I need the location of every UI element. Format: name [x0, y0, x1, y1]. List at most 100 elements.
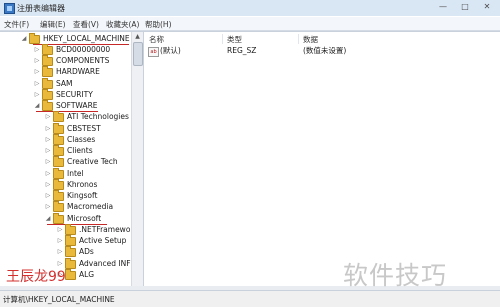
tree-item-software[interactable]: ◢ SOFTWARE — [0, 100, 131, 111]
folder-icon — [29, 33, 40, 44]
expand-arrow-icon[interactable]: ▷ — [57, 224, 63, 235]
window-title: 注册表编辑器 — [17, 4, 65, 13]
tree-item[interactable]: ▷ ADs — [0, 246, 131, 257]
tree-item[interactable]: ▷ HARDWARE — [0, 66, 131, 77]
tree-item-label: SAM — [56, 79, 73, 88]
tree-item[interactable]: ▷ ATI Technologies — [0, 111, 131, 122]
expand-arrow-icon[interactable]: ▷ — [45, 201, 51, 212]
tree-scrollbar[interactable]: ▲ — [131, 32, 143, 286]
minimize-button[interactable]: — — [434, 2, 452, 12]
column-separator[interactable] — [298, 34, 299, 44]
folder-icon — [53, 190, 64, 201]
expand-arrow-icon[interactable]: ▷ — [57, 246, 63, 257]
tree-item-label: Creative Tech — [67, 157, 118, 166]
value-name[interactable]: (默认) — [160, 45, 181, 56]
tree-item-microsoft[interactable]: ◢ Microsoft — [0, 213, 131, 224]
menu-view[interactable]: 查看(V) — [73, 19, 99, 30]
tree-item-label: Classes — [67, 135, 96, 144]
collapse-arrow-icon[interactable]: ◢ — [45, 213, 51, 224]
tree-item-label: Kingsoft — [67, 191, 98, 200]
menu-favorites[interactable]: 收藏夹(A) — [106, 19, 139, 30]
expand-arrow-icon[interactable]: ▷ — [34, 44, 40, 55]
folder-icon — [42, 44, 53, 55]
expand-arrow-icon[interactable]: ▷ — [34, 55, 40, 66]
folder-icon — [42, 89, 53, 100]
tree-item-label: SECURITY — [56, 90, 93, 99]
collapse-arrow-icon[interactable]: ◢ — [34, 100, 40, 111]
tree-item[interactable]: ▷ Macromedia — [0, 201, 131, 212]
column-header-type[interactable]: 类型 — [227, 34, 242, 45]
tree-item[interactable]: ▷ Khronos — [0, 179, 131, 190]
expand-arrow-icon[interactable]: ▷ — [34, 78, 40, 89]
tree-item-label: Advanced INF — [79, 259, 131, 268]
tree-item[interactable]: ▷ Intel — [0, 168, 131, 179]
scroll-thumb[interactable] — [133, 42, 143, 66]
tree-item-label: ADs — [79, 247, 94, 256]
folder-icon — [65, 224, 76, 235]
tree-item[interactable]: ▷ BCD00000000 — [0, 44, 131, 55]
expand-arrow-icon[interactable]: ▷ — [57, 235, 63, 246]
folder-icon — [53, 201, 64, 212]
expand-arrow-icon[interactable]: ▷ — [34, 89, 40, 100]
tree-item[interactable]: ▷ SAM — [0, 78, 131, 89]
tree-item-label: .NETFramewor — [79, 225, 134, 234]
column-header-name[interactable]: 名称 — [149, 34, 164, 45]
status-path: 计算机\HKEY_LOCAL_MACHINE — [3, 295, 115, 304]
tree-item-label: ATI Technologies — [67, 112, 129, 121]
tree-item-label: Clients — [67, 146, 93, 155]
tree-item[interactable]: ▷ .NETFramewor — [0, 224, 134, 235]
registry-tree: ◢ HKEY_LOCAL_MACHINE ▷ BCD00000000 ▷ COM… — [0, 32, 143, 286]
registry-editor-window: 注册表编辑器 — □ ✕ 文件(F) 编辑(E) 查看(V) 收藏夹(A) 帮助… — [0, 0, 500, 307]
tree-item[interactable]: ▷ Active Setup — [0, 235, 131, 246]
author-watermark: 王辰龙99 — [6, 269, 66, 285]
tree-item[interactable]: ▷ Clients — [0, 145, 131, 156]
tree-item[interactable]: ▷ Kingsoft — [0, 190, 131, 201]
folder-icon — [42, 55, 53, 66]
folder-icon — [53, 156, 64, 167]
value-data: (数值未设置) — [303, 46, 347, 55]
tree-item[interactable]: ▷ Classes — [0, 134, 131, 145]
tree-item[interactable]: ▷ Creative Tech — [0, 156, 131, 167]
tree-item[interactable]: ▷ SECURITY — [0, 89, 131, 100]
expand-arrow-icon[interactable]: ▷ — [45, 123, 51, 134]
tree-item-label: HKEY_LOCAL_MACHINE — [43, 34, 130, 43]
maximize-button[interactable]: □ — [456, 2, 474, 12]
folder-icon — [53, 111, 64, 122]
collapse-arrow-icon[interactable]: ◢ — [21, 33, 27, 44]
menu-file[interactable]: 文件(F) — [4, 19, 29, 30]
close-button[interactable]: ✕ — [478, 2, 496, 12]
tree-item-label: BCD00000000 — [56, 45, 111, 54]
expand-arrow-icon[interactable]: ▷ — [45, 156, 51, 167]
expand-arrow-icon[interactable]: ▷ — [45, 190, 51, 201]
site-watermark: 软件技巧 — [343, 261, 448, 290]
folder-icon — [65, 235, 76, 246]
title-bar: 注册表编辑器 — □ ✕ — [0, 0, 500, 16]
string-value-icon: ab — [148, 47, 159, 57]
folder-icon — [53, 213, 64, 224]
column-separator[interactable] — [222, 34, 223, 44]
tree-item-root[interactable]: ◢ HKEY_LOCAL_MACHINE — [0, 33, 131, 44]
folder-icon — [65, 269, 76, 280]
folder-icon — [53, 134, 64, 145]
tree-item[interactable]: ▷ COMPONENTS — [0, 55, 131, 66]
tree-item-label: SOFTWARE — [56, 101, 98, 110]
column-header-data[interactable]: 数据 — [303, 34, 318, 45]
tree-item-label: Macromedia — [67, 202, 114, 211]
tree-item[interactable]: ▷ CBSTEST — [0, 123, 131, 134]
expand-arrow-icon[interactable]: ▷ — [45, 145, 51, 156]
folder-icon — [53, 179, 64, 190]
expand-arrow-icon[interactable]: ▷ — [34, 66, 40, 77]
tree-item-label: ALG — [79, 270, 95, 279]
expand-arrow-icon[interactable]: ▷ — [45, 179, 51, 190]
scroll-up-icon[interactable]: ▲ — [133, 33, 142, 41]
menu-edit[interactable]: 编辑(E) — [40, 19, 66, 30]
expand-arrow-icon[interactable]: ▷ — [45, 134, 51, 145]
expand-arrow-icon[interactable]: ▷ — [45, 111, 51, 122]
expand-arrow-icon[interactable]: ▷ — [45, 168, 51, 179]
folder-icon — [42, 78, 53, 89]
registry-app-icon — [4, 3, 15, 14]
menu-help[interactable]: 帮助(H) — [145, 19, 172, 30]
values-pane: 名称 类型 数据 ab (默认) REG_SZ (数值未设置) — [144, 32, 500, 286]
tree-item-label: COMPONENTS — [56, 56, 110, 65]
menu-bar: 文件(F) 编辑(E) 查看(V) 收藏夹(A) 帮助(H) — [0, 17, 500, 31]
